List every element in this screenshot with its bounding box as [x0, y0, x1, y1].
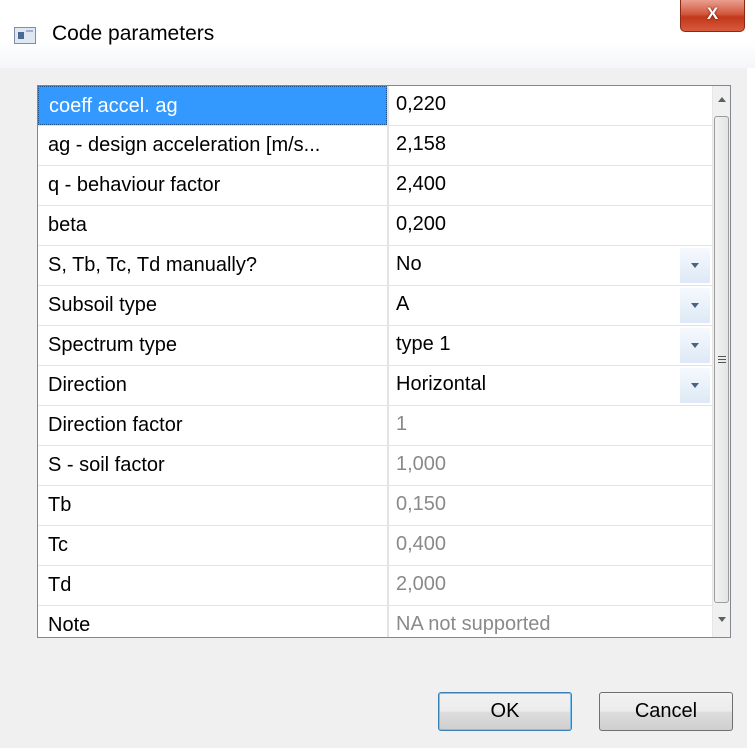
grip-line: [718, 359, 726, 360]
property-name: ag - design acceleration [m/s...: [48, 134, 321, 156]
property-value-field[interactable]: 0,220: [389, 86, 711, 125]
property-name: Direction: [48, 374, 127, 396]
property-name: Tc: [48, 534, 68, 556]
property-value-select[interactable]: type 1: [389, 326, 711, 365]
chevron-down-icon[interactable]: [680, 288, 710, 323]
property-row[interactable]: q - behaviour factor 2,400: [38, 166, 712, 206]
property-row[interactable]: S, Tb, Tc, Td manually? No: [38, 246, 712, 286]
property-row[interactable]: Direction factor 1: [38, 406, 712, 446]
property-row[interactable]: Spectrum type type 1: [38, 326, 712, 366]
property-value-field: 2,000: [396, 573, 447, 595]
property-name: Tb: [48, 494, 72, 516]
ok-button[interactable]: OK: [438, 692, 572, 731]
property-row[interactable]: Note NA not supported: [38, 606, 712, 637]
property-name: Subsoil type: [48, 294, 157, 316]
property-name: Spectrum type: [48, 334, 177, 356]
property-row[interactable]: Subsoil type A: [38, 286, 712, 326]
chevron-down-icon[interactable]: [680, 368, 710, 403]
close-button[interactable]: X: [680, 0, 745, 32]
window-title: Code parameters: [52, 22, 215, 45]
scroll-thumb[interactable]: [714, 116, 729, 603]
property-row[interactable]: Td 2,000: [38, 566, 712, 606]
window-right-border: [747, 68, 755, 748]
property-row[interactable]: Direction Horizontal: [38, 366, 712, 406]
window-left-border: [0, 68, 8, 748]
property-name: Td: [48, 574, 72, 596]
property-value-select[interactable]: Horizontal: [389, 366, 711, 405]
property-name: Direction factor: [48, 414, 183, 436]
property-row[interactable]: coeff accel. ag 0,220: [38, 86, 712, 126]
property-row[interactable]: ag - design acceleration [m/s... 2,158: [38, 126, 712, 166]
property-value-field[interactable]: 2,158: [389, 126, 711, 165]
window-icon: [14, 27, 36, 44]
property-row[interactable]: Tb 0,150: [38, 486, 712, 526]
property-value-select[interactable]: No: [389, 246, 711, 285]
grip-line: [718, 362, 726, 363]
property-value-field[interactable]: 0,200: [389, 206, 711, 245]
property-value-field[interactable]: 2,400: [389, 166, 711, 205]
property-value-field: NA not supported: [396, 613, 551, 635]
vertical-scrollbar[interactable]: [712, 86, 730, 637]
property-name: q - behaviour factor: [48, 174, 221, 196]
dialog-window: Code parameters X coeff accel. ag 0,220 ag…: [0, 0, 755, 748]
property-value-select[interactable]: A: [389, 286, 711, 325]
property-name: Note: [48, 614, 91, 636]
chevron-down-icon[interactable]: [680, 328, 710, 363]
chevron-down-icon[interactable]: [680, 248, 710, 283]
property-name: beta: [48, 214, 87, 236]
title-bar[interactable]: Code parameters: [0, 0, 755, 68]
cancel-button[interactable]: Cancel: [599, 692, 733, 731]
property-row[interactable]: Tc 0,400: [38, 526, 712, 566]
property-name: S, Tb, Tc, Td manually?: [48, 254, 257, 276]
property-value-field: 1: [396, 413, 408, 435]
property-value-field: 1,000: [396, 453, 447, 475]
property-value-field: 0,400: [396, 533, 447, 555]
property-grid: coeff accel. ag 0,220 ag - design accelera…: [37, 85, 731, 638]
property-name: coeff accel. ag: [38, 86, 387, 125]
property-name: S - soil factor: [48, 454, 165, 476]
property-row[interactable]: beta 0,200: [38, 206, 712, 246]
property-value-field: 0,150: [396, 493, 447, 515]
scroll-down-arrow-icon[interactable]: [713, 608, 730, 636]
property-row[interactable]: S - soil factor 1,000: [38, 446, 712, 486]
grip-line: [718, 356, 726, 357]
scroll-up-arrow-icon[interactable]: [713, 86, 730, 114]
